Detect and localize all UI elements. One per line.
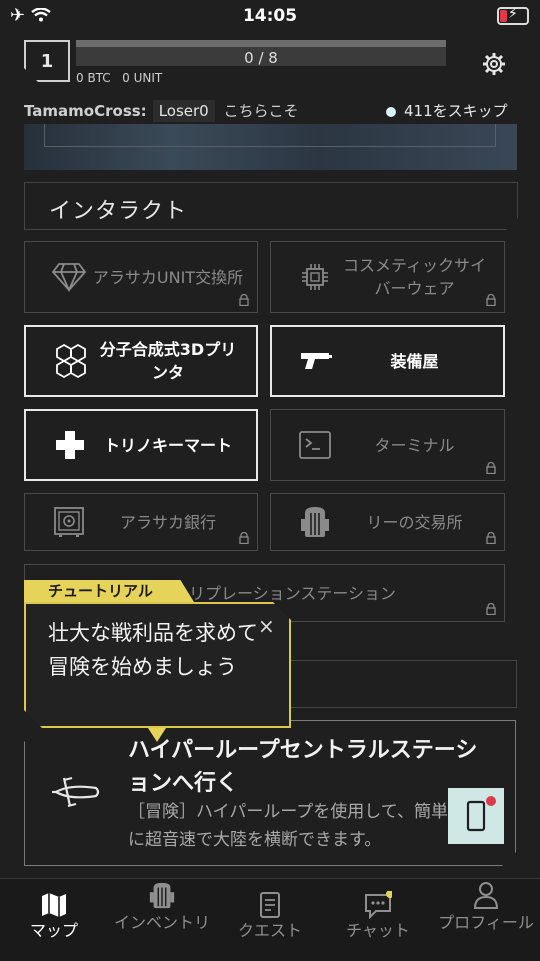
section-title: インタラクト [49, 199, 188, 224]
tile-equipment-shop[interactable]: 装備屋 [270, 325, 505, 397]
travel-title: ハイパーループセントラルステーションへ行く [128, 738, 478, 796]
person-icon [473, 882, 499, 909]
nav-label: インベントリ [113, 913, 210, 932]
lock-icon [239, 532, 249, 544]
nav-quest[interactable]: クエスト [216, 879, 324, 961]
hidden-section-frame [290, 660, 517, 708]
backpack-icon [149, 882, 175, 909]
chip-icon [293, 257, 337, 297]
chat-icon [365, 891, 392, 919]
lock-icon [239, 294, 249, 306]
diamond-icon [47, 257, 91, 297]
hyperloop-icon [52, 777, 100, 807]
nav-label: マップ [29, 921, 78, 940]
map-icon [42, 893, 66, 917]
status-bar: ✈ 14:05 ⚡ [0, 0, 540, 32]
tile-cosmetic-cyberware[interactable]: コスメティックサイバーウェア [270, 241, 505, 313]
backpack-icon [293, 502, 337, 542]
tile-arasaka-bank[interactable]: アラサカ銀行 [24, 493, 258, 551]
phone-notification-button[interactable] [448, 788, 504, 844]
xp-bar: 0 / 8 [76, 40, 446, 67]
nav-label: チャット [346, 921, 410, 940]
chat-suffix: こちらこそ [223, 102, 299, 120]
nav-map[interactable]: マップ [0, 879, 108, 961]
tile-label: アラサカ銀行 [119, 512, 216, 532]
tile-terminal[interactable]: ターミナル [270, 409, 505, 481]
chat-message: Loser0 [152, 100, 215, 122]
lock-icon [486, 532, 496, 544]
lock-icon [486, 462, 496, 474]
terminal-icon [293, 425, 337, 465]
clock: 14:05 [242, 6, 298, 26]
tile-3d-printer[interactable]: 分子合成式3Dプリンタ [24, 325, 258, 397]
section-header-interact: インタラクト [24, 182, 518, 230]
nav-inventory[interactable]: インベントリ [108, 879, 216, 961]
tile-label: 装備屋 [390, 351, 439, 371]
gear-icon[interactable] [482, 52, 506, 76]
tile-torino-key-mart[interactable]: トリノキーマート [24, 409, 258, 481]
tutorial-close-button[interactable]: × [258, 614, 275, 638]
level-badge[interactable]: 1 [24, 40, 70, 82]
safe-icon [47, 502, 91, 542]
tile-unit-exchange[interactable]: アラサカUNIT交換所 [24, 241, 258, 313]
skip-dot-icon [386, 106, 396, 117]
lock-icon [486, 603, 496, 615]
document-icon [260, 892, 280, 918]
tile-label: アラサカUNIT交換所 [92, 267, 244, 287]
tile-label: ターミナル [374, 435, 455, 455]
tile-label: リーの交易所 [366, 512, 463, 532]
plus-icon [48, 425, 92, 465]
tutorial-tag: チュートリアル [24, 580, 194, 602]
xp-text: 0 / 8 [244, 49, 278, 67]
currency-text: 0 BTC 0 UNIT [76, 71, 163, 85]
chat-sender: TamamoCross: [24, 102, 147, 120]
tutorial-pointer [148, 728, 166, 742]
skip-label: 411をスキップ [404, 102, 508, 120]
nav-label: プロフィール [438, 913, 534, 932]
tutorial-text: 壮大な戦利品を求めて冒険を始めましょう [48, 621, 258, 679]
gun-icon [294, 341, 338, 381]
bottom-nav: マップ インベントリ クエスト チャット プロフィール [0, 878, 540, 961]
tile-label: 分子合成式3Dプリンタ [99, 340, 237, 382]
battery-icon: ⚡ [497, 6, 529, 25]
hexagon-cluster-icon [48, 341, 92, 381]
nav-profile[interactable]: プロフィール [432, 879, 540, 961]
notification-dot [486, 796, 496, 806]
tile-lee-trading-post[interactable]: リーの交易所 [270, 493, 505, 551]
chat-ticker[interactable]: TamamoCross: Loser0 こちらこそ [24, 100, 299, 122]
travel-description: ［冒険］ハイパーループを使用して、簡単に超音速で大陸を横断できます。 [128, 802, 448, 850]
nav-chat[interactable]: チャット [324, 879, 432, 961]
tile-label: トリノキーマート [103, 435, 232, 455]
lock-icon [486, 294, 496, 306]
location-image [24, 124, 517, 170]
nav-label: クエスト [237, 921, 302, 940]
skip-button[interactable]: 411をスキップ [386, 100, 508, 121]
phone-icon [466, 800, 486, 832]
tile-label: コスメティックサイバーウェア [342, 256, 487, 298]
